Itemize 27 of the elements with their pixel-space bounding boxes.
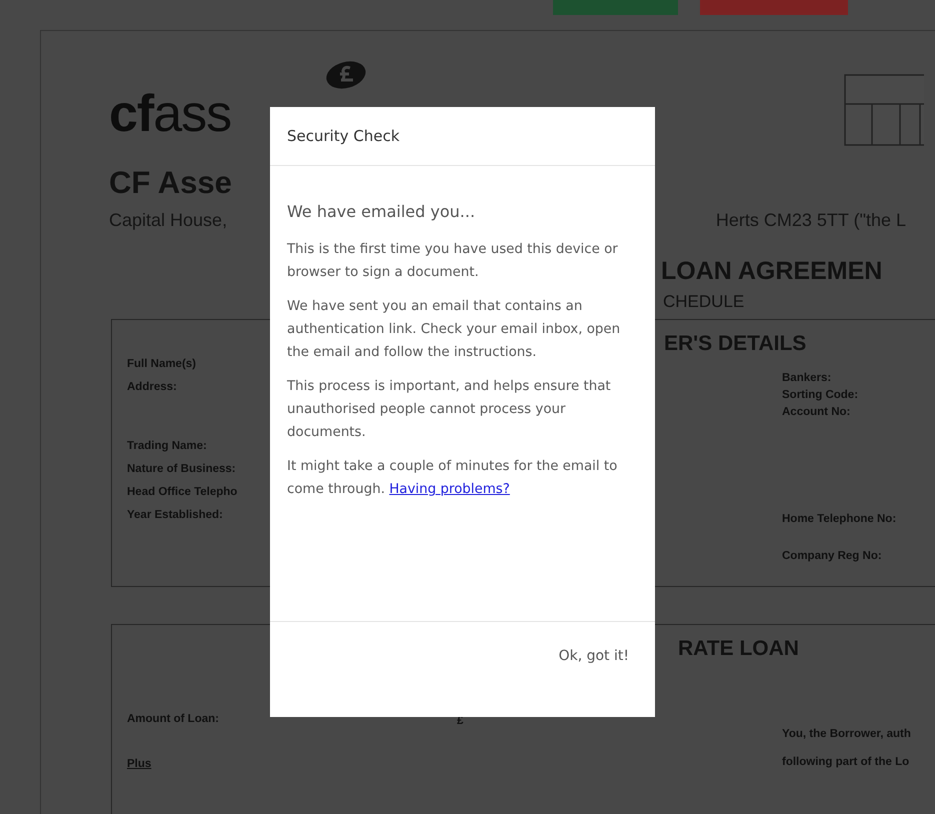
dialog-paragraph: It might take a couple of minutes for the email to come through. Having problems? [287,458,618,499]
field-label: Full Name(s) [127,357,196,372]
field-label: Nature of Business: [127,462,236,477]
body-text: You, the Borrower, auth [782,727,911,742]
table-grid-icon [844,74,924,146]
field-label: Home Telephone No: [782,512,896,527]
field-label: Year Established: [127,508,223,523]
field-label: Head Office Telepho [127,485,238,500]
field-label: Address: [127,380,177,395]
dialog-heading: We have emailed you... [287,202,476,221]
field-label: Sorting Code: [782,388,858,403]
field-label: Trading Name: [127,439,207,454]
body-text: following part of the Lo [782,755,910,770]
field-label: Bankers: [782,371,832,386]
dialog-paragraph: This is the first time you have used this device or browser to sign a document. [287,241,619,282]
company-logo-text: cfass [109,86,232,142]
field-label: Plus [127,757,152,772]
field-label: Amount of Loan: [127,712,219,727]
dialog-paragraph: This process is important, and helps ensure that unauthorised people cannot process your documents. [287,378,612,442]
toolbar-button[interactable] [700,0,848,15]
dialog-paragraph: We have sent you an email that contains an authentication link. Check your email inbox, open the email and follow the instructions. [287,298,622,362]
field-label: Company Reg No: [782,549,882,564]
field-label: Account No: [782,405,850,420]
having-problems-link[interactable]: Having problems? [389,482,510,497]
dialog-title: Security Check [287,127,400,145]
ok-button[interactable]: Ok, got it! [552,644,635,668]
toolbar-button[interactable] [553,0,678,15]
